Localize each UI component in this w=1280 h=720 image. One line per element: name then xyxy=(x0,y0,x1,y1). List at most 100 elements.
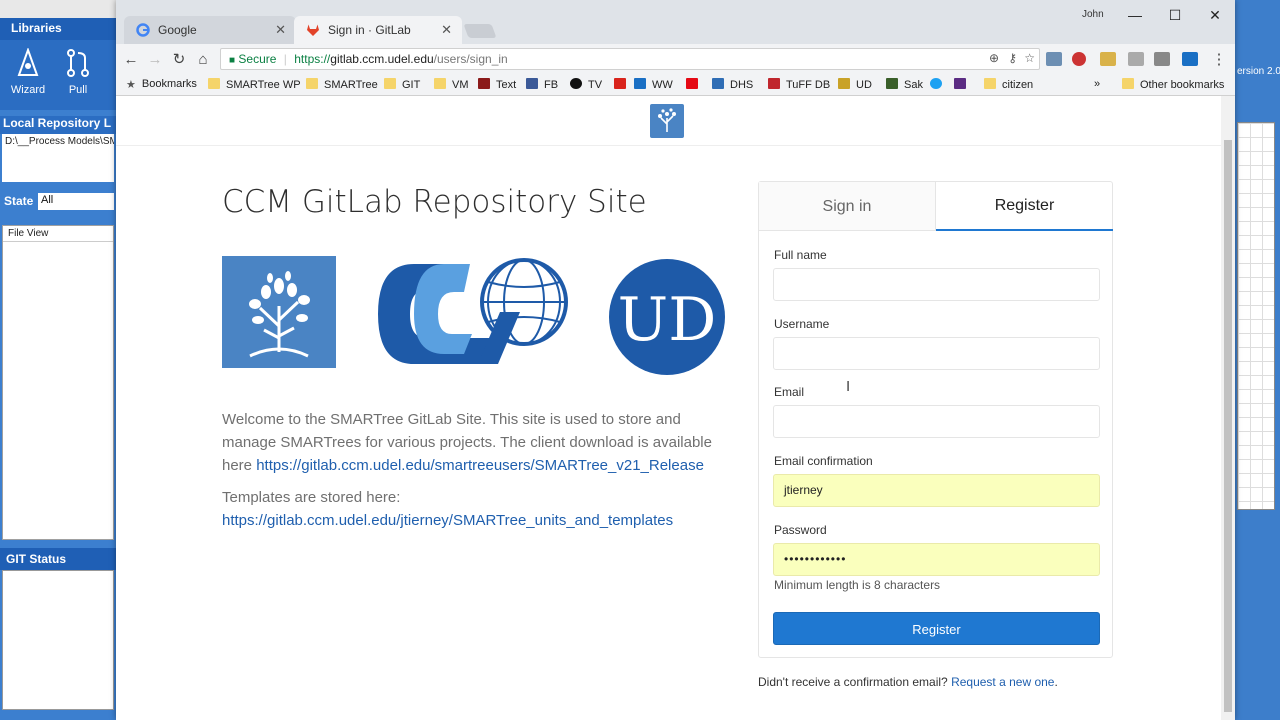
confirmation-email-line: Didn't receive a confirmation email? Req… xyxy=(758,675,1058,689)
templates-link[interactable]: https://gitlab.ccm.udel.edu/jtierney/SMA… xyxy=(222,512,673,529)
full-name-field[interactable] xyxy=(773,268,1100,301)
bookmark-item[interactable]: Text xyxy=(478,78,516,91)
bookmark-item[interactable]: SMARTree xyxy=(306,78,378,91)
new-tab-button[interactable] xyxy=(463,24,497,38)
netflix-icon xyxy=(686,78,698,89)
bookmark-item[interactable] xyxy=(930,78,948,91)
register-button[interactable]: Register xyxy=(773,612,1100,645)
page-content: CCM GitLab Repository Site UD Welcome to… xyxy=(116,96,1235,720)
close-tab-icon[interactable]: ✕ xyxy=(275,22,286,38)
menu-icon[interactable]: ⋮ xyxy=(1208,49,1230,71)
bookmark-item[interactable]: FB xyxy=(526,78,558,91)
gitlab-icon xyxy=(307,24,319,36)
sak-icon xyxy=(886,78,898,89)
bookmark-item[interactable]: SMARTree WP xyxy=(208,78,301,91)
bookmark-label: UD xyxy=(856,79,872,91)
tree-icon xyxy=(658,108,676,132)
minimize-button[interactable]: — xyxy=(1115,4,1155,26)
lock-icon: ■ xyxy=(229,55,236,66)
zoom-icon[interactable]: ⊕ xyxy=(989,51,999,65)
bookmark-item[interactable]: WW xyxy=(634,78,673,91)
bookmark-label: TV xyxy=(588,79,603,91)
tab-sign-in[interactable]: Sign in xyxy=(759,182,936,231)
bookmark-item[interactable]: TuFF DB xyxy=(768,78,830,91)
templates-paragraph: Templates are stored here: https://gitla… xyxy=(222,486,732,532)
bookmark-label: Text xyxy=(496,79,517,91)
ud-icon xyxy=(838,78,850,89)
bookmark-item[interactable]: GIT xyxy=(384,78,420,91)
username-field[interactable] xyxy=(773,337,1100,370)
ud-seal-icon: UD xyxy=(609,259,725,375)
close-tab-icon[interactable]: ✕ xyxy=(441,22,452,38)
full-name-label: Full name xyxy=(774,248,827,262)
close-window-button[interactable]: ✕ xyxy=(1195,4,1235,26)
bookmark-label: FB xyxy=(544,79,559,91)
text-cursor-icon: I xyxy=(846,378,851,395)
address-bar[interactable]: ■ Secure | https://gitlab.ccm.udel.edu/u… xyxy=(220,48,1040,70)
ccm-globe-logo-icon xyxy=(378,258,568,364)
back-icon[interactable]: ← xyxy=(120,49,142,71)
bookmark-label: WW xyxy=(652,79,673,91)
email-field[interactable] xyxy=(773,405,1100,438)
maximize-button[interactable]: ☐ xyxy=(1155,4,1195,26)
extension-linkedin-icon[interactable] xyxy=(1182,52,1198,66)
request-new-confirmation-link[interactable]: Request a new one xyxy=(951,675,1054,689)
bookmark-item[interactable]: TV xyxy=(570,78,602,91)
file-view-panel[interactable]: File View xyxy=(2,225,114,540)
tab-google[interactable]: Google ✕ xyxy=(124,16,296,44)
bookmark-item[interactable]: DHS xyxy=(712,78,753,91)
bookmark-item[interactable] xyxy=(686,78,704,91)
profile-name[interactable]: John xyxy=(1082,9,1104,20)
forward-icon[interactable]: → xyxy=(144,49,166,71)
bookmark-item[interactable]: ★ Bookmarks xyxy=(126,78,197,91)
app-quick-toolbar xyxy=(0,0,116,18)
bookmark-item[interactable]: VM xyxy=(434,78,469,91)
bookmark-label: SMARTree WP xyxy=(226,79,301,91)
ww-icon xyxy=(634,78,646,89)
ud-letters: UD xyxy=(618,285,717,355)
key-icon[interactable]: ⚷ xyxy=(1008,51,1017,65)
extension-puzzle-icon[interactable] xyxy=(1128,52,1144,66)
pull-label: Pull xyxy=(68,84,88,96)
templates-text: Templates are stored here: xyxy=(222,489,401,506)
bookmark-label: DHS xyxy=(730,79,754,91)
auth-panel: Sign in Register Full name Username Emai… xyxy=(758,181,1113,658)
page-header xyxy=(116,96,1221,146)
bookmark-star-icon[interactable]: ☆ xyxy=(1024,51,1035,65)
confirmation-period: . xyxy=(1054,675,1058,689)
bookmark-label: GIT xyxy=(402,79,421,91)
password-field[interactable]: •••••••••••• xyxy=(773,543,1100,576)
extension-box-icon[interactable] xyxy=(1154,52,1170,66)
home-icon[interactable]: ⌂ xyxy=(192,49,214,71)
extension-tool-icon[interactable] xyxy=(1046,52,1062,66)
bookmark-item[interactable]: citizen xyxy=(984,78,1033,91)
app-ribbon: Wizard Pull xyxy=(0,40,116,110)
reload-icon[interactable]: ↻ xyxy=(168,49,190,71)
tab-gitlab[interactable]: Sign in · GitLab ✕ xyxy=(294,16,462,44)
state-select[interactable]: All xyxy=(38,193,114,210)
puzzle-icon xyxy=(954,78,966,89)
header-tree-logo[interactable] xyxy=(650,104,684,138)
pull-button[interactable]: Pull xyxy=(58,48,98,96)
bookmark-item[interactable]: Other bookmarks xyxy=(1122,78,1224,91)
scrollbar-thumb[interactable] xyxy=(1224,140,1232,712)
tab-register[interactable]: Register xyxy=(936,182,1113,231)
extension-folder-icon[interactable] xyxy=(1100,52,1116,66)
background-version-text: ersion 2.0 xyxy=(1237,66,1280,77)
tab-strip: Google ✕ Sign in · GitLab ✕ John — ☐ ✕ xyxy=(116,0,1235,44)
smartree-logo xyxy=(222,256,336,368)
bookmark-item[interactable]: UD xyxy=(838,78,872,91)
confirmation-question: Didn't receive a confirmation email? xyxy=(758,675,948,689)
download-link[interactable]: https://gitlab.ccm.udel.edu/smartreeuser… xyxy=(256,457,704,474)
wizard-button[interactable]: Wizard xyxy=(8,48,48,96)
file-view-header: File View xyxy=(3,226,113,242)
bookmark-item[interactable]: » xyxy=(1094,78,1100,90)
folder-icon xyxy=(984,78,996,89)
email-confirmation-field[interactable]: jtierney xyxy=(773,474,1100,507)
bookmark-item[interactable] xyxy=(614,78,632,91)
bookmark-item[interactable]: Sak xyxy=(886,78,923,91)
extension-flag-icon[interactable] xyxy=(1072,52,1086,66)
twitter-icon xyxy=(930,78,942,89)
text-icon xyxy=(478,78,490,89)
bookmark-item[interactable] xyxy=(954,78,972,91)
